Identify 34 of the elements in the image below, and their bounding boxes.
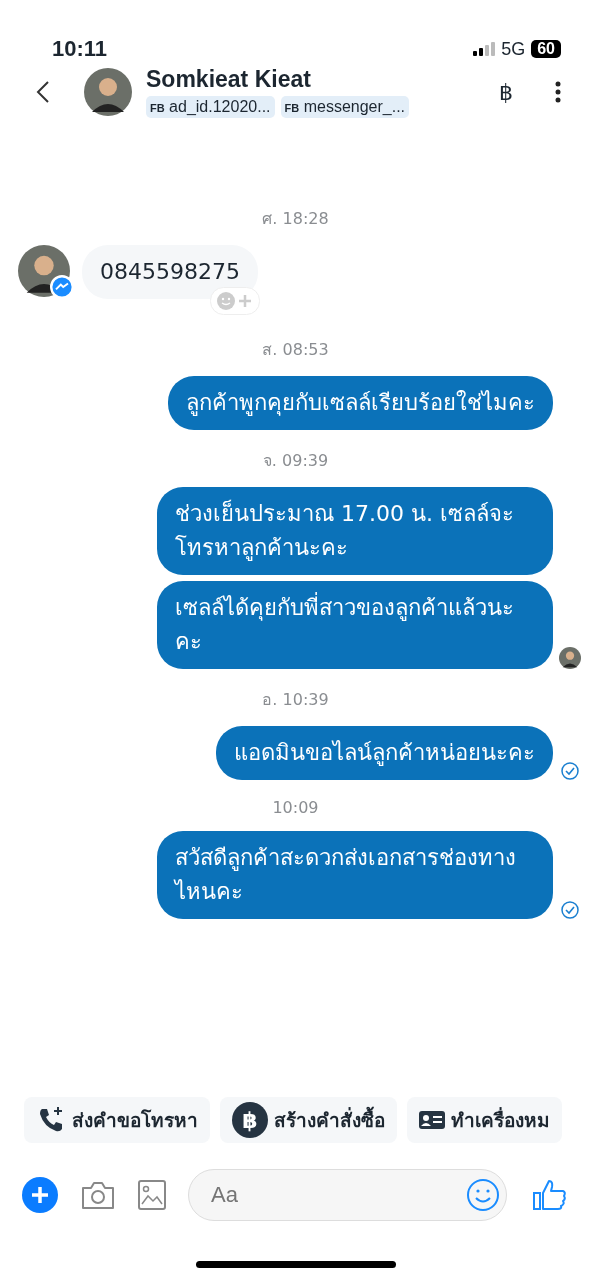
signal-icon bbox=[473, 42, 496, 56]
quick-action-button[interactable]: ฿ สร้างคำสั่งซื้อ bbox=[220, 1097, 397, 1143]
message-bubble[interactable]: 0845598275 bbox=[82, 245, 258, 299]
timestamp: ศ. 18:28 bbox=[261, 208, 330, 230]
tag[interactable]: FB ad_id.12020... bbox=[146, 96, 275, 118]
message-bubble[interactable]: ลูกค้าพูกคุยกับเซลล์เรียบร้อยใช่ไมคะ bbox=[168, 376, 553, 430]
currency-button[interactable]: ฿ bbox=[499, 79, 513, 105]
timestamp: ส. 08:53 bbox=[261, 339, 330, 361]
quick-action-button[interactable]: ส่งคำขอโทรหา bbox=[24, 1097, 210, 1143]
clock-time: 10:11 bbox=[52, 36, 108, 62]
battery-level: 60 bbox=[531, 40, 561, 58]
thumbs-up-icon[interactable] bbox=[533, 1179, 567, 1211]
add-icon[interactable] bbox=[22, 1177, 58, 1213]
messenger-badge-icon bbox=[50, 275, 74, 299]
quick-action-button[interactable]: ทำเครื่องหม bbox=[407, 1097, 562, 1143]
timestamp: 10:09 bbox=[271, 797, 320, 819]
tag[interactable]: FB messenger_... bbox=[280, 96, 410, 118]
camera-icon[interactable] bbox=[80, 1180, 116, 1210]
contact-name: Somkieat Kieat bbox=[146, 66, 312, 93]
message-bubble[interactable]: สวัสดีลูกค้าสะดวกส่งเอกสารช่องทางไหนคะ bbox=[157, 831, 553, 919]
message-bubble[interactable]: เซลล์ได้คุยกับพี่สาวของลูกค้าแล้วนะคะ bbox=[157, 581, 553, 669]
image-icon[interactable] bbox=[138, 1180, 166, 1210]
emoji-icon[interactable] bbox=[467, 1179, 499, 1211]
avatar[interactable] bbox=[84, 68, 132, 116]
more-icon[interactable] bbox=[555, 81, 561, 103]
timestamp: จ. 09:39 bbox=[261, 450, 330, 472]
id-card-icon bbox=[419, 1109, 445, 1131]
timestamp: อ. 10:39 bbox=[261, 689, 330, 711]
message-bubble[interactable]: แอดมินขอไลน์ลูกค้าหน่อยนะคะ bbox=[216, 726, 553, 780]
network-label: 5G bbox=[501, 38, 526, 60]
back-icon[interactable] bbox=[36, 80, 50, 104]
message-field[interactable]: Aa bbox=[188, 1169, 507, 1221]
baht-icon: ฿ bbox=[232, 1102, 268, 1138]
message-bubble[interactable]: ช่วงเย็นประมาณ 17.00 น. เซลล์จะโทรหาลูกค้านะคะ bbox=[157, 487, 553, 575]
